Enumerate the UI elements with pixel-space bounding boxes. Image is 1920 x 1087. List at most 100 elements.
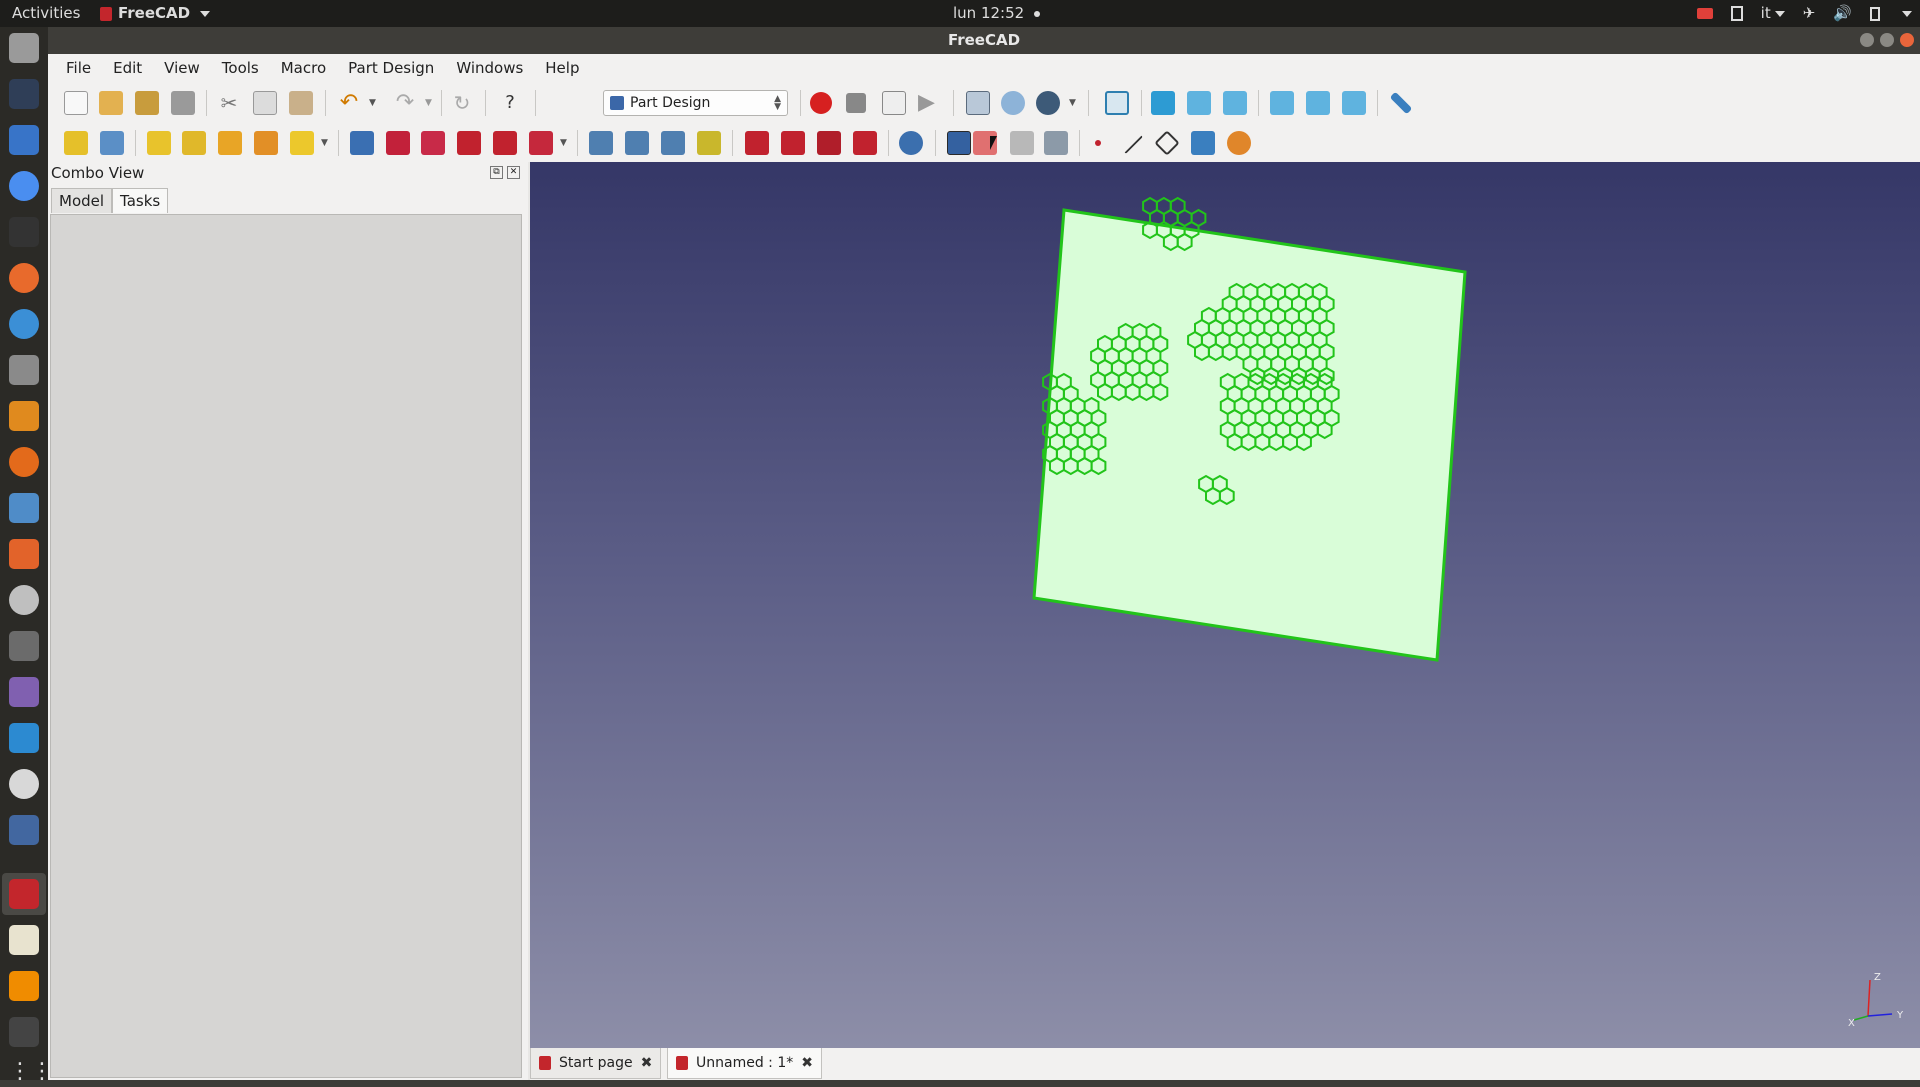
stop-macro-icon[interactable] — [846, 93, 866, 113]
float-panel-button[interactable]: ⧉ — [490, 166, 503, 179]
cut-icon[interactable]: ✂ — [217, 91, 241, 115]
app-menu[interactable]: FreeCAD — [100, 0, 211, 27]
minimize-button[interactable] — [1860, 33, 1874, 47]
3d-viewport[interactable]: Z Y X — [530, 162, 1920, 1048]
inkscape-icon[interactable] — [9, 79, 39, 109]
additive-pipe-icon[interactable] — [254, 131, 278, 155]
settings-icon[interactable] — [9, 585, 39, 615]
groove-icon[interactable] — [421, 131, 445, 155]
front-view-icon[interactable] — [1151, 91, 1175, 115]
files-icon[interactable] — [9, 33, 39, 63]
close-tab-icon[interactable]: ✖ — [801, 1055, 813, 1071]
pocket-icon[interactable] — [350, 131, 374, 155]
thickness-icon[interactable] — [853, 131, 877, 155]
firefox-icon[interactable] — [9, 263, 39, 293]
clipboard-icon[interactable] — [1730, 6, 1743, 21]
additive-loft-icon[interactable] — [218, 131, 242, 155]
subtractive-loft-icon[interactable] — [457, 131, 481, 155]
pad-icon[interactable] — [147, 131, 171, 155]
mirrored-icon[interactable] — [589, 131, 613, 155]
software-icon[interactable] — [9, 493, 39, 523]
hole-icon[interactable] — [386, 131, 410, 155]
schematic-icon[interactable] — [9, 401, 39, 431]
linear-pattern-icon[interactable] — [625, 131, 649, 155]
freecad-dock-icon[interactable] — [9, 879, 39, 909]
menu-macro[interactable]: Macro — [271, 59, 336, 77]
gimp-icon[interactable] — [9, 355, 39, 385]
datum-point-icon[interactable] — [1086, 131, 1110, 155]
record-macro-icon[interactable] — [810, 92, 832, 114]
activities-button[interactable]: Activities — [12, 0, 80, 27]
system-menu-chevron-icon[interactable] — [1902, 10, 1912, 17]
menu-edit[interactable]: Edit — [103, 59, 152, 77]
menu-part-design[interactable]: Part Design — [338, 59, 444, 77]
menu-view[interactable]: View — [154, 59, 210, 77]
eye-icon[interactable] — [9, 769, 39, 799]
additive-primitive-icon[interactable] — [290, 131, 314, 155]
text-editor-icon[interactable] — [9, 925, 39, 955]
show-apps-icon[interactable]: ⋮⋮ — [9, 1057, 53, 1087]
doc-tab-unnamed[interactable]: Unnamed : 1* ✖ — [667, 1048, 822, 1079]
polar-pattern-icon[interactable] — [661, 131, 685, 155]
keyboard-layout[interactable]: it — [1761, 0, 1785, 27]
subtractive-pipe-icon[interactable] — [493, 131, 517, 155]
close-button[interactable] — [1900, 33, 1914, 47]
save-icon[interactable] — [135, 91, 159, 115]
ubuntu-software-icon[interactable] — [9, 539, 39, 569]
volume-icon[interactable]: 🔊 — [1833, 0, 1852, 27]
edit-macro-icon[interactable] — [882, 91, 906, 115]
create-body-icon[interactable] — [64, 131, 88, 155]
fillet-icon[interactable] — [745, 131, 769, 155]
draft-icon[interactable] — [817, 131, 841, 155]
rear-view-icon[interactable] — [1270, 91, 1294, 115]
open-file-icon[interactable] — [99, 91, 123, 115]
terminal-icon[interactable] — [9, 217, 39, 247]
subtractive-primitive-dropdown-icon[interactable]: ▼ — [560, 131, 570, 155]
top-view-icon[interactable] — [1187, 91, 1211, 115]
undo-dropdown-icon[interactable]: ▼ — [369, 91, 379, 115]
redo-dropdown-icon[interactable]: ▼ — [425, 91, 435, 115]
part-model[interactable] — [530, 162, 1920, 1048]
kalzium-icon[interactable] — [9, 309, 39, 339]
multi-transform-icon[interactable] — [697, 131, 721, 155]
run-macro-icon[interactable]: ▶ — [918, 91, 942, 115]
media-player-icon[interactable] — [9, 677, 39, 707]
draw-style-icon[interactable] — [1036, 91, 1060, 115]
draw-style-dropdown-icon[interactable]: ▼ — [1069, 91, 1079, 115]
paste-icon[interactable] — [289, 91, 313, 115]
refresh-icon[interactable]: ↻ — [450, 91, 474, 115]
menu-tools[interactable]: Tools — [212, 59, 269, 77]
video-editor-icon[interactable] — [9, 1017, 39, 1047]
menu-help[interactable]: Help — [535, 59, 589, 77]
boolean-icon[interactable] — [899, 131, 923, 155]
fit-selection-icon[interactable] — [1001, 91, 1025, 115]
airplane-mode-icon[interactable]: ✈ — [1803, 0, 1816, 27]
writer-icon[interactable] — [9, 125, 39, 155]
close-tab-icon[interactable]: ✖ — [641, 1055, 653, 1071]
bottom-view-icon[interactable] — [1306, 91, 1330, 115]
redo-icon[interactable]: ↷ — [393, 91, 417, 115]
menu-windows[interactable]: Windows — [446, 59, 533, 77]
whats-this-icon[interactable]: ? — [498, 91, 522, 115]
subtractive-primitive-icon[interactable] — [529, 131, 553, 155]
transfer-icon[interactable] — [9, 723, 39, 753]
camera-icon[interactable] — [9, 631, 39, 661]
create-sketch-icon[interactable] — [100, 131, 124, 155]
copy-icon[interactable] — [253, 91, 277, 115]
print-icon[interactable] — [171, 91, 195, 115]
screen-record-icon[interactable] — [1696, 8, 1713, 19]
measure-distance-icon[interactable] — [1389, 91, 1413, 115]
fit-all-icon[interactable] — [966, 91, 990, 115]
tab-model[interactable]: Model — [51, 188, 113, 213]
close-panel-button[interactable]: ✕ — [507, 166, 520, 179]
left-view-icon[interactable] — [1342, 91, 1366, 115]
migrate-icon[interactable] — [1010, 131, 1034, 155]
involute-gear-icon[interactable] — [1227, 131, 1251, 155]
right-view-icon[interactable] — [1223, 91, 1247, 115]
tab-tasks[interactable]: Tasks — [112, 188, 169, 213]
additive-primitive-dropdown-icon[interactable]: ▼ — [321, 131, 331, 155]
menu-file[interactable]: File — [56, 59, 101, 77]
isometric-view-icon[interactable] — [1105, 91, 1129, 115]
workbench-selector[interactable]: Part Design ▲ ▼ — [603, 90, 788, 116]
shape-binder-icon[interactable] — [947, 131, 971, 155]
